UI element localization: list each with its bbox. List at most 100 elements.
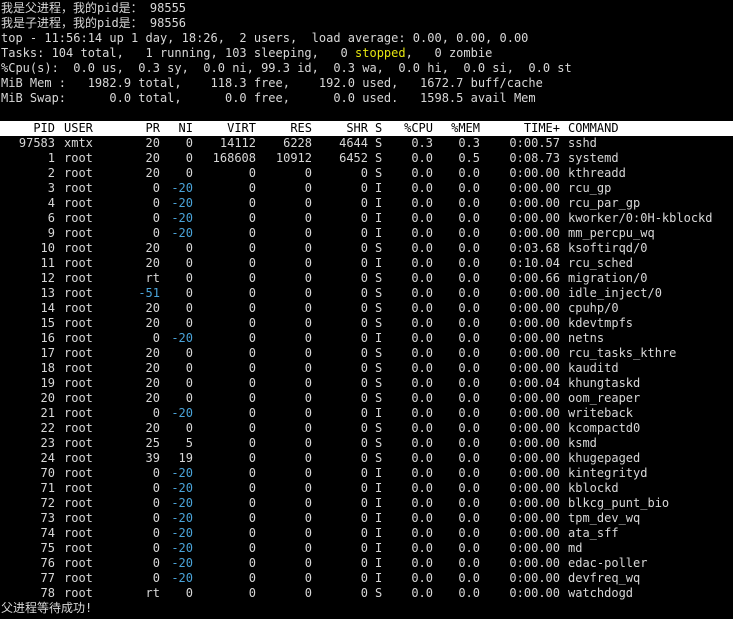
cell-cpu: 0.0 [411,211,433,225]
cell-time: 0:00.00 [509,451,560,465]
cell-cpu: 0.0 [411,511,433,525]
cell-mem: 0.0 [458,241,480,255]
cell-state: S [375,376,383,390]
cell-time: 0:00.00 [509,586,560,600]
cell-command: rcu_tasks_kthre [568,346,677,360]
cell-time: 0:00.04 [509,376,560,390]
cell-command: edac-poller [568,556,648,570]
cell-pr: 20 [145,166,160,180]
cell-ni: 0 [185,136,193,150]
cell-ni: 0 [185,241,193,255]
child-pid-line: 我是子进程，我的pid是： 98556 [1,16,187,30]
col-virt[interactable]: VIRT [200,121,256,136]
cell-pr: 25 [145,436,160,450]
col-state[interactable]: S [375,121,385,136]
cell-cpu: 0.0 [411,526,433,540]
cell-time: 0:00.00 [509,421,560,435]
cell-shr: 0 [360,571,368,585]
cell-virt: 0 [248,301,256,315]
table-row: 10 root 20 0 0 0 0 S 0.0 0.0 0:03.68 ksoftirqd/0 [0,241,733,256]
table-row: 22 root 20 0 0 0 0 S 0.0 0.0 0:00.00 kcompactd0 [0,421,733,436]
cell-command: khugepaged [568,451,641,465]
col-pid[interactable]: PID [10,121,55,136]
cell-time: 0:00.00 [509,331,560,345]
cell-pr: 0 [152,466,160,480]
table-row: 71 root 0 -20 0 0 0 I 0.0 0.0 0:00.00 kblockd [0,481,733,496]
cell-shr: 0 [360,196,368,210]
cell-virt: 14112 [219,136,256,150]
cell-mem: 0.0 [458,301,480,315]
cell-cpu: 0.0 [411,301,433,315]
cell-ni: -20 [171,571,193,585]
cell-pid: 10 [40,241,55,255]
cell-user: root [64,376,93,390]
cell-state: S [375,586,383,600]
cell-shr: 0 [360,211,368,225]
cell-shr: 0 [360,226,368,240]
col-pr[interactable]: PR [135,121,160,136]
table-row: 2 root 20 0 0 0 0 S 0.0 0.0 0:00.00 kthreadd [0,166,733,181]
cell-user: root [64,481,93,495]
cell-pr: 0 [152,541,160,555]
cell-time: 0:00.00 [509,541,560,555]
cell-shr: 0 [360,421,368,435]
cell-res: 0 [304,406,312,420]
col-mem[interactable]: %MEM [440,121,480,136]
col-shr[interactable]: SHR [320,121,368,136]
table-row: 75 root 0 -20 0 0 0 I 0.0 0.0 0:00.00 md [0,541,733,556]
cell-res: 6228 [283,136,312,150]
cell-mem: 0.0 [458,226,480,240]
cell-pid: 14 [40,301,55,315]
cell-user: root [64,526,93,540]
cell-pid: 2 [47,166,55,180]
cell-state: S [375,361,383,375]
cell-user: root [64,256,93,270]
cell-time: 0:00.57 [509,136,560,150]
cell-ni: 0 [185,361,193,375]
cell-mem: 0.0 [458,556,480,570]
cell-command: writeback [568,406,634,420]
cell-ni: -20 [171,331,193,345]
cell-ni: -20 [171,541,193,555]
tasks-suffix: , 0 zombie [405,46,493,60]
cell-command: watchdogd [568,586,634,600]
cell-pr: -51 [138,286,160,300]
col-command[interactable]: COMMAND [568,121,733,136]
cell-user: root [64,286,93,300]
cell-virt: 0 [248,556,256,570]
cell-res: 0 [304,421,312,435]
cell-mem: 0.0 [458,511,480,525]
cell-cpu: 0.0 [411,196,433,210]
col-time[interactable]: TIME+ [490,121,560,136]
cell-cpu: 0.0 [411,541,433,555]
cell-res: 0 [304,241,312,255]
col-cpu[interactable]: %CPU [393,121,433,136]
cell-ni: -20 [171,226,193,240]
col-res[interactable]: RES [263,121,312,136]
cell-pid: 15 [40,316,55,330]
cell-shr: 0 [360,511,368,525]
cell-time: 0:10.04 [509,256,560,270]
cell-pid: 3 [47,181,55,195]
col-user[interactable]: USER [64,121,124,136]
col-ni[interactable]: NI [165,121,193,136]
cell-pid: 70 [40,466,55,480]
cell-state: I [375,571,383,585]
cell-ni: 5 [185,436,193,450]
cell-pr: rt [145,271,160,285]
cell-pr: 0 [152,211,160,225]
prompt-line-fragment [0,612,733,619]
cell-cpu: 0.3 [411,136,433,150]
tasks-stopped-label: stopped [355,46,406,60]
cell-time: 0:00.00 [509,391,560,405]
terminal-window[interactable]: 我是父进程，我的pid是： 98555 我是子进程，我的pid是： 98556 … [0,0,733,619]
cell-command: oom_reaper [568,391,641,405]
cell-command: md [568,541,583,555]
cell-ni: 0 [185,256,193,270]
cell-mem: 0.3 [458,136,480,150]
cell-user: root [64,391,93,405]
cell-mem: 0.0 [458,451,480,465]
cell-shr: 0 [360,406,368,420]
cell-command: mm_percpu_wq [568,226,655,240]
cell-pid: 4 [47,196,55,210]
